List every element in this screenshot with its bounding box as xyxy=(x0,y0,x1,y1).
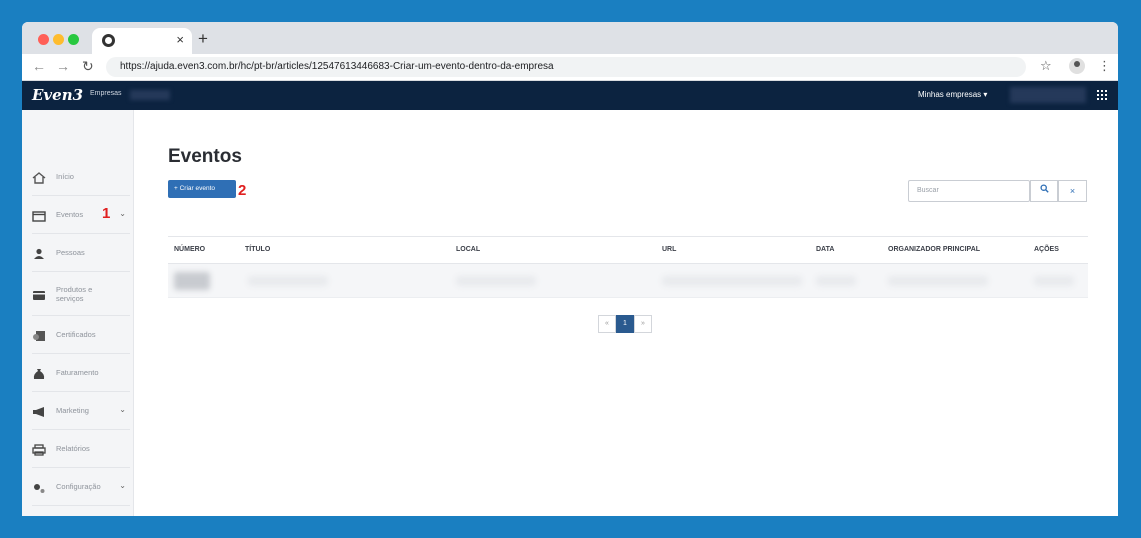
clear-search-button[interactable]: × xyxy=(1058,180,1087,202)
profile-icon[interactable] xyxy=(1069,58,1085,74)
close-icon: × xyxy=(1069,186,1076,196)
even3-logo[interactable]: Even3 xyxy=(32,86,83,104)
apps-grid-icon[interactable] xyxy=(1097,90,1107,100)
redacted-cell xyxy=(248,276,328,286)
maximize-window-button[interactable] xyxy=(68,34,79,45)
sidebar: Início Eventos ⌄ Pessoas Produtos e serv… xyxy=(22,110,134,516)
pagination-page-1[interactable]: 1 xyxy=(616,315,634,333)
redacted-cell xyxy=(456,276,536,286)
gears-icon xyxy=(32,481,46,493)
sidebar-item-faturamento[interactable]: Faturamento xyxy=(32,354,130,392)
search-icon xyxy=(1039,184,1049,193)
column-header-organizador[interactable]: ORGANIZADOR PRINCIPAL xyxy=(888,246,980,253)
sidebar-item-configuracao[interactable]: Configuração ⌄ xyxy=(32,468,130,506)
sidebar-item-label: Pessoas xyxy=(56,248,85,257)
tab-close-icon[interactable]: × xyxy=(176,32,184,47)
column-header-data[interactable]: DATA xyxy=(816,246,834,253)
pagination-next[interactable]: » xyxy=(634,315,652,333)
redacted-cell xyxy=(816,276,856,286)
sidebar-item-label: Marketing xyxy=(56,406,89,415)
sidebar-item-inicio[interactable]: Início xyxy=(32,158,130,196)
calendar-icon xyxy=(32,209,46,222)
search-button[interactable] xyxy=(1030,180,1058,202)
sidebar-item-certificados[interactable]: Certificados xyxy=(32,316,130,354)
sidebar-item-produtos[interactable]: Produtos e serviços xyxy=(32,272,130,316)
sidebar-item-label: Relatórios xyxy=(56,444,90,453)
column-header-url[interactable]: URL xyxy=(662,246,676,253)
annotation-step-1: 1 xyxy=(102,205,111,222)
redacted-cell xyxy=(174,272,210,290)
certificate-icon xyxy=(32,329,46,341)
more-menu-icon[interactable]: ⋮ xyxy=(1098,58,1111,74)
close-window-button[interactable] xyxy=(38,34,49,45)
chrome-favicon-icon xyxy=(102,34,115,47)
redacted-user xyxy=(1010,87,1086,103)
chevron-down-icon[interactable]: ⌄ xyxy=(119,481,126,490)
app-header: Even3 Empresas Minhas empresas ▾ xyxy=(22,81,1118,110)
browser-toolbar: ← → ↻ https://ajuda.even3.com.br/hc/pt-b… xyxy=(22,54,1118,81)
redacted-company-name xyxy=(130,90,170,100)
person-icon xyxy=(32,247,46,259)
pagination-prev[interactable]: « xyxy=(598,315,616,333)
address-bar[interactable]: https://ajuda.even3.com.br/hc/pt-br/arti… xyxy=(106,57,1026,77)
sidebar-item-label: Faturamento xyxy=(56,368,99,377)
new-tab-button[interactable]: + xyxy=(198,29,208,49)
forward-arrow-icon[interactable]: → xyxy=(56,58,70,74)
pagination: « 1 » xyxy=(598,315,652,333)
chevron-down-icon[interactable]: ⌄ xyxy=(119,209,126,218)
column-header-titulo[interactable]: TÍTULO xyxy=(245,246,270,253)
home-icon xyxy=(32,171,46,184)
annotation-step-2: 2 xyxy=(238,182,247,199)
sidebar-item-label: Produtos e serviços xyxy=(56,284,93,303)
minimize-window-button[interactable] xyxy=(53,34,64,45)
redacted-cell xyxy=(662,276,802,286)
page-title: Eventos xyxy=(168,146,242,167)
column-header-acoes: AÇÕES xyxy=(1034,246,1059,253)
page-content: Início Eventos ⌄ Pessoas Produtos e serv… xyxy=(22,110,1118,516)
redacted-cell xyxy=(888,276,988,286)
companies-menu[interactable]: Minhas empresas ▾ xyxy=(918,90,987,99)
logo-subtitle: Empresas xyxy=(90,90,122,97)
sidebar-item-label: Início xyxy=(56,172,74,181)
chevron-down-icon[interactable]: ⌄ xyxy=(119,405,126,414)
printer-icon xyxy=(32,443,46,456)
reload-icon[interactable]: ↻ xyxy=(82,58,94,75)
box-icon xyxy=(32,288,46,300)
table-header: NÚMERO TÍTULO LOCAL URL DATA ORGANIZADOR… xyxy=(168,236,1088,264)
search-input[interactable]: Buscar xyxy=(908,180,1030,202)
events-table: NÚMERO TÍTULO LOCAL URL DATA ORGANIZADOR… xyxy=(168,236,1088,298)
sidebar-item-relatorios[interactable]: Relatórios xyxy=(32,430,130,468)
money-bag-icon xyxy=(32,367,46,379)
column-header-numero[interactable]: NÚMERO xyxy=(174,246,205,253)
bookmark-star-icon[interactable]: ☆ xyxy=(1040,58,1052,74)
create-event-button[interactable]: + Criar evento xyxy=(168,180,236,198)
table-row[interactable] xyxy=(168,264,1088,298)
browser-window: × + ← → ↻ https://ajuda.even3.com.br/hc/… xyxy=(22,22,1118,516)
sidebar-item-pessoas[interactable]: Pessoas xyxy=(32,234,130,272)
megaphone-icon xyxy=(32,405,46,417)
column-header-local[interactable]: LOCAL xyxy=(456,246,480,253)
browser-tab[interactable]: × xyxy=(92,28,192,54)
sidebar-item-eventos[interactable]: Eventos ⌄ xyxy=(32,196,130,234)
redacted-cell xyxy=(1034,276,1074,286)
sidebar-item-label: Configuração xyxy=(56,482,101,491)
back-arrow-icon[interactable]: ← xyxy=(32,58,46,74)
sidebar-item-label: Certificados xyxy=(56,330,96,339)
sidebar-item-marketing[interactable]: Marketing ⌄ xyxy=(32,392,130,430)
tab-strip: × + xyxy=(22,22,1118,54)
sidebar-item-label: Eventos xyxy=(56,210,84,219)
